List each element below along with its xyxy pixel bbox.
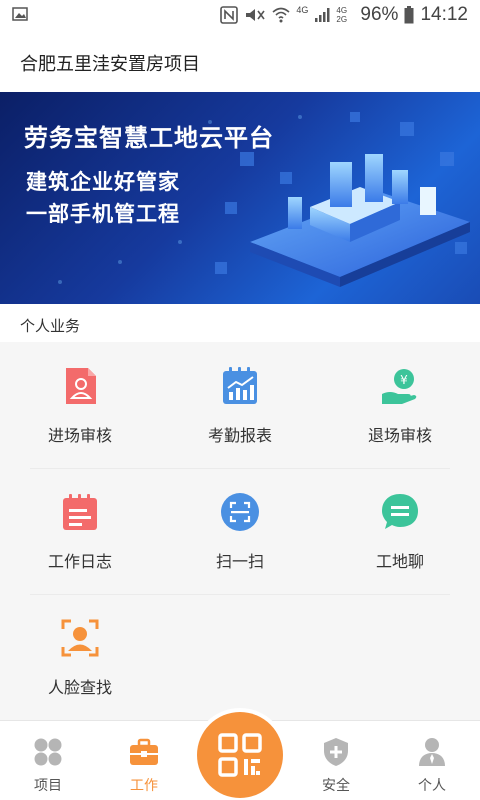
status-bar: 4G 4G 2G 96% 14:12 (0, 0, 480, 30)
tile-work-log[interactable]: 工作日志 (0, 468, 160, 594)
wifi-icon (272, 7, 290, 23)
tile-label: 进场审核 (47, 426, 112, 445)
nav-work[interactable]: 工作 (96, 721, 192, 800)
section-title: 个人业务 (20, 317, 81, 335)
network-label-1: 4G (296, 5, 309, 15)
qr-scan-button[interactable] (197, 712, 283, 798)
tile-face-search[interactable]: 人脸查找 (0, 594, 160, 720)
promo-banner[interactable]: 劳务宝智慧工地云平台 建筑企业好管家 一部手机管工程 (0, 92, 480, 304)
battery-icon (404, 6, 414, 24)
banner-title: 劳务宝智慧工地云平台 (24, 124, 274, 152)
tile-label: 工作日志 (47, 552, 112, 571)
exit-review-icon: ¥ (382, 369, 417, 404)
app-header: 合肥五里洼安置房项目 (0, 30, 480, 92)
tile-site-chat[interactable]: 工地聊 (320, 468, 480, 594)
person-icon (419, 738, 445, 766)
nav-safety[interactable]: 安全 (288, 721, 384, 800)
tile-scan[interactable]: 扫一扫 (160, 468, 320, 594)
briefcase-icon (130, 738, 158, 765)
network-label-2: 4G 2G (336, 6, 348, 24)
clock: 14:12 (420, 4, 468, 25)
signal-icon (315, 8, 330, 22)
battery-percent: 96% (360, 4, 399, 25)
nav-label: 项目 (34, 778, 62, 794)
qr-scan-icon (218, 733, 262, 777)
chat-icon (382, 494, 418, 529)
mute-icon (246, 9, 266, 21)
feature-grid: 进场审核 考勤报表 ¥ 退场审核 工作日志 扫一扫 工地聊 人脸查找 (0, 342, 480, 718)
image-icon (12, 7, 28, 21)
svg-text:¥: ¥ (400, 373, 408, 387)
nfc-icon (220, 6, 239, 24)
project-grid-icon (34, 738, 62, 766)
tile-label: 扫一扫 (215, 552, 264, 571)
nav-project[interactable]: 项目 (0, 721, 96, 800)
nav-label: 个人 (418, 778, 446, 794)
face-search-icon (61, 619, 99, 657)
nav-label: 安全 (322, 778, 350, 794)
banner-slogan-2: 一部手机管工程 (26, 202, 180, 226)
nav-personal[interactable]: 个人 (384, 721, 480, 800)
tile-label: 人脸查找 (47, 678, 112, 697)
shield-icon (324, 738, 348, 766)
tile-label: 退场审核 (367, 426, 432, 445)
banner-slogan-1: 建筑企业好管家 (26, 170, 180, 194)
tile-attendance-report[interactable]: 考勤报表 (160, 342, 320, 468)
attendance-report-icon (223, 367, 257, 404)
tile-label: 考勤报表 (207, 426, 272, 445)
tile-exit-review[interactable]: ¥ 退场审核 (320, 342, 480, 468)
project-title[interactable]: 合肥五里洼安置房项目 (20, 50, 200, 76)
work-log-icon (63, 494, 97, 530)
tile-entry-review[interactable]: 进场审核 (0, 342, 160, 468)
entry-review-icon (66, 368, 96, 404)
scan-icon (221, 493, 259, 531)
nav-label: 工作 (130, 778, 158, 794)
section-header: 个人业务 (0, 304, 480, 342)
tile-label: 工地聊 (375, 552, 424, 571)
